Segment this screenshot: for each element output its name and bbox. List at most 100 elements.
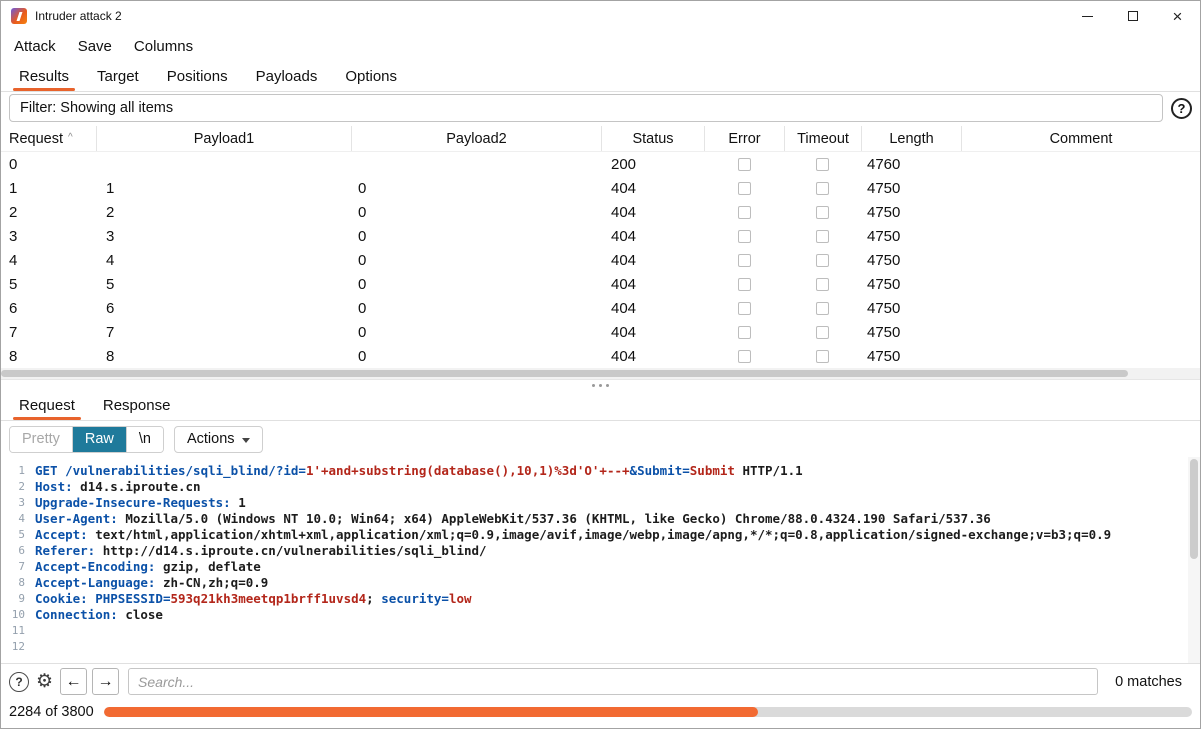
- table-row[interactable]: 4 4 0 404 4750: [1, 248, 1200, 272]
- table-row[interactable]: 1 1 0 404 4750: [1, 176, 1200, 200]
- timeout-checkbox[interactable]: [816, 254, 829, 267]
- table-row[interactable]: 3 3 0 404 4750: [1, 224, 1200, 248]
- column-header-length[interactable]: Length: [861, 126, 961, 151]
- column-header-timeout[interactable]: Timeout: [784, 126, 861, 151]
- gear-icon[interactable]: ⚙: [36, 672, 53, 691]
- cell-request: 6: [1, 296, 96, 320]
- editor-line: 1GET /vulnerabilities/sqli_blind/?id=1'+…: [1, 462, 1188, 478]
- table-row[interactable]: 0 200 4760: [1, 152, 1200, 176]
- next-match-button[interactable]: →: [92, 668, 119, 695]
- help-icon[interactable]: ?: [1171, 98, 1192, 119]
- raw-button[interactable]: Raw: [73, 427, 127, 452]
- cell-payload2: 0: [351, 176, 601, 200]
- table-row[interactable]: 5 5 0 404 4750: [1, 272, 1200, 296]
- editor-line: 12: [1, 638, 1188, 654]
- cell-payload1: 8: [96, 344, 351, 368]
- editor-line: 6Referer: http://d14.s.iproute.cn/vulner…: [1, 542, 1188, 558]
- editor-vertical-scrollbar[interactable]: [1188, 457, 1200, 663]
- pane-splitter[interactable]: [1, 379, 1200, 391]
- error-checkbox[interactable]: [738, 350, 751, 363]
- column-header-comment[interactable]: Comment: [961, 126, 1200, 151]
- editor-line: 8Accept-Language: zh-CN,zh;q=0.9: [1, 574, 1188, 590]
- cell-status: 404: [601, 296, 704, 320]
- cell-error: [704, 200, 784, 224]
- tab-positions[interactable]: Positions: [153, 61, 242, 91]
- left-arrow-icon: ←: [66, 673, 82, 691]
- tab-target[interactable]: Target: [83, 61, 153, 91]
- cell-status: 404: [601, 344, 704, 368]
- column-header-status[interactable]: Status: [601, 126, 704, 151]
- error-checkbox[interactable]: [738, 278, 751, 291]
- cell-timeout: [784, 344, 861, 368]
- minimize-button[interactable]: [1065, 1, 1110, 31]
- column-header-error[interactable]: Error: [704, 126, 784, 151]
- error-checkbox[interactable]: [738, 230, 751, 243]
- main-tabs: Results Target Positions Payloads Option…: [1, 61, 1200, 92]
- cell-length: 4760: [861, 152, 961, 176]
- timeout-checkbox[interactable]: [816, 182, 829, 195]
- tab-request[interactable]: Request: [5, 391, 89, 420]
- cell-status: 200: [601, 152, 704, 176]
- menu-save[interactable]: Save: [67, 34, 123, 59]
- progress-label: 2284 of 3800: [9, 704, 94, 720]
- cell-payload1: 4: [96, 248, 351, 272]
- cell-request: 0: [1, 152, 96, 176]
- request-editor[interactable]: 1GET /vulnerabilities/sqli_blind/?id=1'+…: [1, 457, 1188, 663]
- cell-error: [704, 296, 784, 320]
- search-input[interactable]: [128, 668, 1098, 695]
- timeout-checkbox[interactable]: [816, 278, 829, 291]
- table-row[interactable]: 8 8 0 404 4750: [1, 344, 1200, 368]
- menu-attack[interactable]: Attack: [3, 34, 67, 59]
- newline-toggle-button[interactable]: \n: [127, 427, 163, 452]
- cell-length: 4750: [861, 200, 961, 224]
- cell-payload1: [96, 152, 351, 176]
- table-row[interactable]: 2 2 0 404 4750: [1, 200, 1200, 224]
- cell-timeout: [784, 320, 861, 344]
- filter-bar[interactable]: Filter: Showing all items: [9, 94, 1163, 122]
- table-horizontal-scrollbar[interactable]: [1, 368, 1200, 379]
- timeout-checkbox[interactable]: [816, 158, 829, 171]
- pretty-button[interactable]: Pretty: [10, 427, 73, 452]
- tab-options[interactable]: Options: [331, 61, 411, 91]
- cell-length: 4750: [861, 320, 961, 344]
- editor-toolbar: Pretty Raw \n Actions: [1, 421, 1200, 457]
- close-button[interactable]: ×: [1155, 1, 1200, 31]
- cell-comment: [961, 296, 1200, 320]
- tab-response[interactable]: Response: [89, 391, 185, 420]
- timeout-checkbox[interactable]: [816, 302, 829, 315]
- actions-button[interactable]: Actions: [174, 426, 263, 453]
- burp-app-icon: [11, 8, 27, 24]
- maximize-button[interactable]: [1110, 1, 1155, 31]
- timeout-checkbox[interactable]: [816, 206, 829, 219]
- column-header-payload2[interactable]: Payload2: [351, 126, 601, 151]
- cell-length: 4750: [861, 176, 961, 200]
- table-row[interactable]: 7 7 0 404 4750: [1, 320, 1200, 344]
- error-checkbox[interactable]: [738, 158, 751, 171]
- search-help-icon[interactable]: ?: [9, 672, 29, 692]
- error-checkbox[interactable]: [738, 326, 751, 339]
- request-editor-lines: 1GET /vulnerabilities/sqli_blind/?id=1'+…: [1, 462, 1188, 654]
- error-checkbox[interactable]: [738, 206, 751, 219]
- column-header-payload1[interactable]: Payload1: [96, 126, 351, 151]
- cell-payload2: [351, 152, 601, 176]
- error-checkbox[interactable]: [738, 254, 751, 267]
- timeout-checkbox[interactable]: [816, 326, 829, 339]
- table-row[interactable]: 6 6 0 404 4750: [1, 296, 1200, 320]
- tab-results[interactable]: Results: [5, 61, 83, 91]
- menu-columns[interactable]: Columns: [123, 34, 204, 59]
- error-checkbox[interactable]: [738, 302, 751, 315]
- timeout-checkbox[interactable]: [816, 350, 829, 363]
- cell-status: 404: [601, 224, 704, 248]
- timeout-checkbox[interactable]: [816, 230, 829, 243]
- editor-scrollbar-thumb[interactable]: [1190, 459, 1198, 559]
- error-checkbox[interactable]: [738, 182, 751, 195]
- search-bar: ? ⚙ ← → 0 matches: [1, 663, 1200, 699]
- cell-payload2: 0: [351, 320, 601, 344]
- previous-match-button[interactable]: ←: [60, 668, 87, 695]
- horizontal-scrollbar-thumb[interactable]: [1, 370, 1128, 377]
- column-header-request[interactable]: Request ^: [1, 126, 96, 151]
- minimize-icon: [1082, 16, 1093, 17]
- maximize-icon: [1128, 11, 1138, 21]
- cell-request: 4: [1, 248, 96, 272]
- tab-payloads[interactable]: Payloads: [242, 61, 332, 91]
